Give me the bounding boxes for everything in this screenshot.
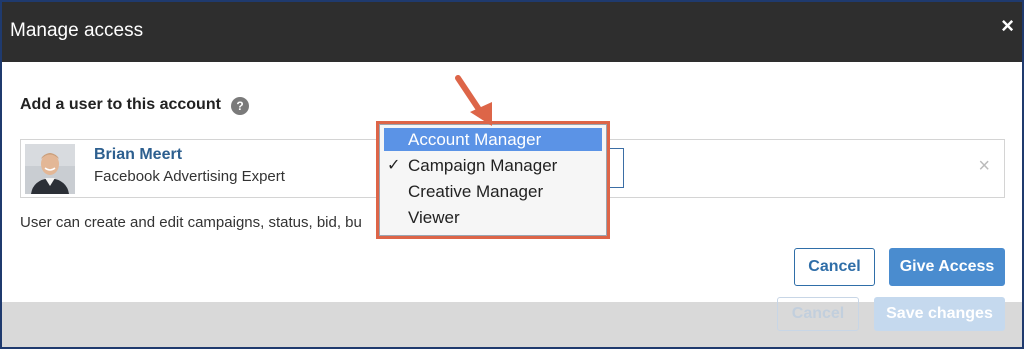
modal-header: Manage access × — [2, 2, 1022, 62]
role-option-creative-manager[interactable]: Creative Manager — [384, 180, 602, 203]
underlying-save-button: Save changes — [874, 297, 1005, 331]
add-user-label: Add a user to this account — [20, 96, 221, 113]
checkmark-icon: ✓ — [387, 157, 401, 174]
cancel-button[interactable]: Cancel — [794, 248, 875, 286]
give-access-button[interactable]: Give Access — [889, 248, 1005, 286]
role-option-account-manager[interactable]: Account Manager — [384, 128, 602, 151]
role-option-label: Campaign Manager — [408, 156, 558, 175]
role-option-label: Creative Manager — [408, 182, 544, 201]
avatar — [25, 144, 75, 194]
annotation-arrow-icon — [455, 75, 492, 126]
help-icon[interactable]: ? — [231, 97, 249, 115]
screenshot-frame: Manage access × Add a user to this accou… — [2, 2, 1022, 347]
avatar-image — [25, 144, 75, 194]
close-icon[interactable]: × — [1001, 14, 1014, 38]
role-option-campaign-manager[interactable]: ✓ Campaign Manager — [384, 154, 602, 177]
role-option-label: Viewer — [408, 208, 460, 227]
role-select[interactable] — [606, 148, 624, 188]
user-name[interactable]: Brian Meert — [94, 146, 182, 164]
role-option-label: Account Manager — [408, 130, 542, 149]
permission-description: User can create and edit campaigns, stat… — [20, 214, 362, 231]
remove-user-icon[interactable]: × — [978, 155, 990, 178]
role-option-viewer[interactable]: Viewer — [384, 206, 602, 229]
user-title: Facebook Advertising Expert — [94, 168, 285, 185]
modal-title: Manage access — [10, 20, 144, 41]
underlying-cancel-button: Cancel — [777, 297, 859, 331]
role-dropdown-menu: Account Manager ✓ Campaign Manager Creat… — [379, 124, 607, 236]
